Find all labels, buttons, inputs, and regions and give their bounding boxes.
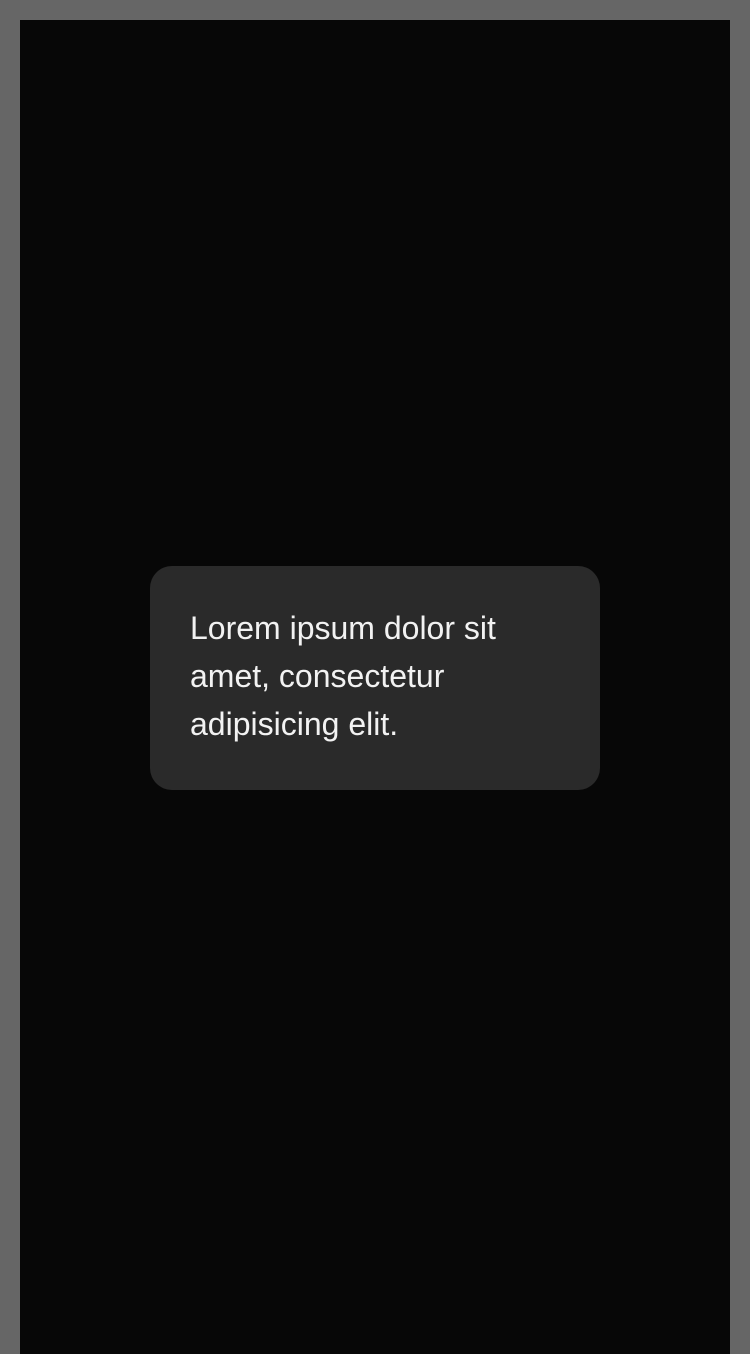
toast-message: Lorem ipsum dolor sit amet, consectetur … <box>150 566 600 790</box>
toast-text: Lorem ipsum dolor sit amet, consectetur … <box>190 610 496 742</box>
screen-frame: Lorem ipsum dolor sit amet, consectetur … <box>20 20 730 1354</box>
